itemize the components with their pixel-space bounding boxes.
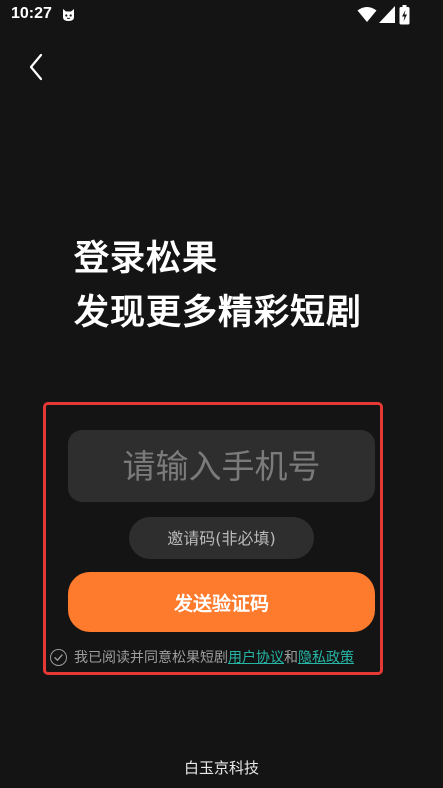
cat-face-icon xyxy=(61,7,76,22)
back-arrow-icon xyxy=(29,53,43,81)
headline-subtitle: 发现更多精彩短剧 xyxy=(74,293,363,333)
send-code-button[interactable]: 发送验证码 xyxy=(68,572,375,632)
agreement-joiner: 和 xyxy=(284,650,298,666)
battery-charging-icon xyxy=(399,5,410,29)
check-icon xyxy=(54,653,63,661)
company-footer: 白玉京科技 xyxy=(183,759,259,777)
invite-code-input[interactable] xyxy=(129,517,314,559)
wifi-icon xyxy=(357,6,377,27)
phone-input[interactable] xyxy=(68,430,375,502)
headline: 登录松果 发现更多精彩短剧 xyxy=(74,232,362,340)
status-icons xyxy=(343,5,443,25)
agree-checkbox[interactable] xyxy=(50,648,67,666)
status-bar: 10:27 xyxy=(0,0,443,30)
privacy-policy-link[interactable]: 隐私政策 xyxy=(298,647,354,667)
status-time: 10:27 xyxy=(11,5,52,22)
login-screen: 10:27 登录松果 发现更多精彩短剧 请输入手机号 邀请码(非必填) 发送验证… xyxy=(0,0,443,788)
headline-title: 登录松果 xyxy=(74,239,219,279)
agreement-prefix: 我已阅读并同意松果短剧 xyxy=(74,650,228,666)
agreement-row: 我已阅读并同意松果短剧 用户协议 和 隐私政策 xyxy=(50,647,354,667)
cellular-signal-icon xyxy=(379,6,395,27)
back-button[interactable] xyxy=(20,50,52,84)
user-agreement-link[interactable]: 用户协议 xyxy=(228,647,284,667)
